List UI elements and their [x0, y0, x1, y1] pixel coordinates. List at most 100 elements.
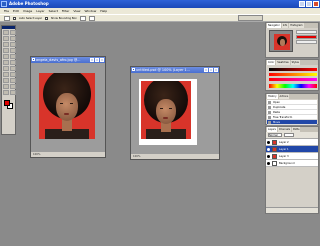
history-state-icon [268, 106, 271, 109]
gradient-tool-icon[interactable] [10, 60, 16, 65]
auto-select-layer-label: Auto Select Layer [19, 16, 42, 20]
lasso-tool-icon[interactable] [3, 36, 9, 41]
dodge-tool-icon[interactable] [10, 66, 16, 71]
close-icon[interactable] [313, 1, 319, 7]
tab-layers[interactable]: Layers [267, 127, 277, 132]
tab-actions[interactable]: Actions [278, 94, 290, 99]
field-2[interactable] [296, 35, 317, 39]
blue-slider[interactable] [269, 78, 317, 81]
auto-select-layer-checkbox[interactable] [13, 16, 16, 20]
pen-tool-icon[interactable] [3, 78, 9, 83]
tab-channels[interactable]: Channels [277, 127, 291, 132]
document-icon [132, 68, 135, 71]
history-panel: History Actions Open Duplicate Paste Fre… [265, 93, 319, 125]
history-state-icon [268, 121, 271, 124]
visibility-eye-icon[interactable] [267, 148, 270, 151]
color-spectrum[interactable] [269, 84, 317, 88]
type-tool-icon[interactable] [10, 72, 16, 77]
red-slider[interactable] [269, 68, 317, 71]
tool-grid [2, 29, 16, 96]
hand-tool-icon[interactable] [3, 90, 9, 95]
photoshop-icon [1, 1, 7, 7]
visibility-eye-icon[interactable] [267, 155, 270, 158]
show-bounding-box-label: Show Bounding Box [50, 16, 77, 20]
eraser-tool-icon[interactable] [3, 60, 9, 65]
tab-swatches[interactable]: Swatches [276, 60, 290, 65]
maximize-icon[interactable] [306, 1, 312, 7]
minimize-icon[interactable] [90, 58, 94, 62]
visibility-eye-icon[interactable] [267, 162, 270, 165]
minimize-icon[interactable] [204, 68, 208, 72]
crop-tool-icon[interactable] [3, 42, 9, 47]
layer-row[interactable]: Layer 2 [266, 139, 318, 146]
field-1[interactable] [296, 30, 317, 34]
tab-styles[interactable]: Styles [290, 60, 300, 65]
marquee-tool-icon[interactable] [3, 30, 9, 35]
document-2-title: untitled-psd @ 100% (Layer 1... [136, 68, 190, 72]
tool-preset-picker[interactable] [4, 15, 10, 21]
navigator-preview[interactable] [269, 30, 293, 52]
history-brush-tool-icon[interactable] [10, 54, 16, 59]
zoom-level: 100% [33, 153, 41, 156]
tab-navigator[interactable]: Navigator [267, 23, 281, 28]
show-bounding-box-checkbox[interactable] [44, 16, 48, 20]
align-icon[interactable] [79, 15, 86, 21]
document-icon [32, 58, 35, 61]
history-item-label: Free Transform [273, 116, 293, 119]
history-tabs: History Actions [266, 94, 318, 99]
green-slider[interactable] [269, 73, 317, 76]
clone-stamp-tool-icon[interactable] [3, 54, 9, 59]
minimize-icon[interactable] [299, 1, 305, 7]
tab-history[interactable]: History [267, 94, 278, 99]
field-3[interactable] [296, 40, 317, 44]
tab-info[interactable]: Info [281, 23, 289, 28]
document-1-title: angela_davis_afro.jpg @... [36, 58, 81, 62]
history-state-icon [268, 101, 271, 104]
visibility-eye-icon[interactable] [267, 141, 270, 144]
zoom-tool-icon[interactable] [10, 90, 16, 95]
layer-row-background[interactable]: Background [266, 160, 318, 167]
healing-brush-tool-icon[interactable] [3, 48, 9, 53]
color-tabs: Color Swatches Styles [266, 60, 318, 65]
layer-name: Layer 1 [279, 148, 289, 151]
photoshop-window: Adobe Photoshop File Edit Image Layer Se… [0, 0, 320, 246]
document-1-canvas-area[interactable] [31, 63, 105, 152]
history-item-selected[interactable]: Move [267, 120, 317, 125]
shape-tool-icon[interactable] [10, 78, 16, 83]
tab-color[interactable]: Color [267, 60, 276, 65]
path-selection-tool-icon[interactable] [3, 72, 9, 77]
close-icon[interactable] [214, 68, 218, 72]
slice-tool-icon[interactable] [10, 42, 16, 47]
window-title: Adobe Photoshop [9, 1, 49, 6]
portrait-layer-image[interactable] [141, 81, 191, 139]
layer-row-selected[interactable]: Layer 1 [266, 146, 318, 153]
maximize-icon[interactable] [95, 58, 99, 62]
layer-name: Layer 3 [279, 155, 289, 158]
magic-wand-tool-icon[interactable] [10, 36, 16, 41]
zoom-level: 100% [133, 155, 141, 158]
close-icon[interactable] [100, 58, 104, 62]
maximize-icon[interactable] [209, 68, 213, 72]
palette-well[interactable] [238, 15, 263, 21]
blur-tool-icon[interactable] [3, 66, 9, 71]
blend-mode-value: Normal [269, 134, 278, 137]
distribute-icon[interactable] [88, 15, 95, 21]
history-item-label: Move [273, 121, 280, 124]
document-window-2: untitled-psd @ 100% (Layer 1... 100% [130, 66, 220, 160]
brush-tool-icon[interactable] [10, 48, 16, 53]
layer-row[interactable]: Layer 3 [266, 153, 318, 160]
options-bar: Auto Select Layer Show Bounding Box [0, 14, 320, 22]
eyedropper-tool-icon[interactable] [10, 84, 16, 89]
tab-paths[interactable]: Paths [291, 127, 301, 132]
foreground-color-swatch[interactable] [4, 100, 10, 106]
move-tool-icon[interactable] [10, 30, 16, 35]
tab-histogram[interactable]: Histogram [289, 23, 304, 28]
layers-controls: Normal [266, 132, 318, 139]
document-1-status: 100% [31, 152, 105, 157]
navigator-fields [296, 30, 317, 45]
document-2-canvas-area[interactable] [131, 73, 219, 154]
blend-mode-select[interactable]: Normal [268, 133, 282, 137]
history-list: Open Duplicate Paste Free Transform Move [267, 100, 317, 125]
opacity-field[interactable] [284, 133, 294, 137]
notes-tool-icon[interactable] [3, 84, 9, 89]
